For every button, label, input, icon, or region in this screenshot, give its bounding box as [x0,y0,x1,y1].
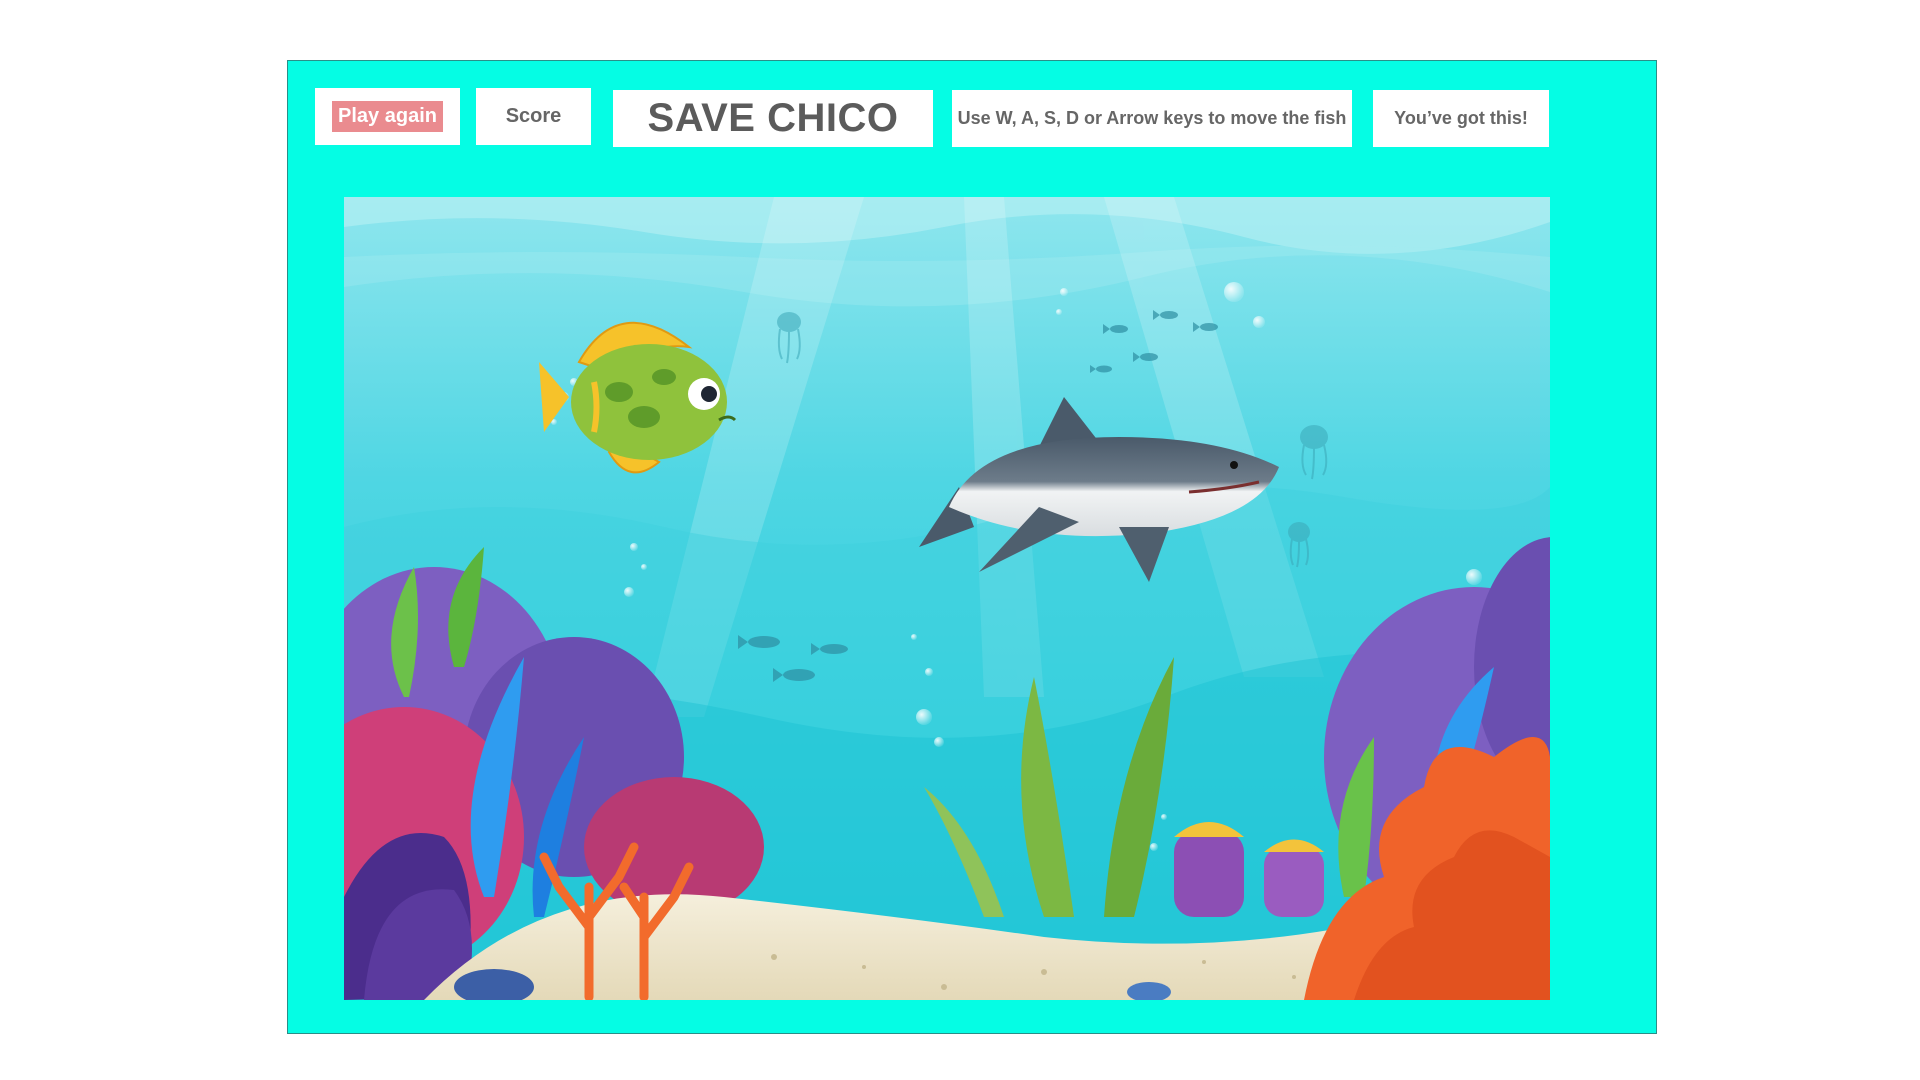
game-frame: Play again Score SAVE CHICO Use W, A, S,… [287,60,1657,1034]
game-title: SAVE CHICO [613,90,933,147]
play-again-button[interactable]: Play again [332,101,443,132]
score-label: Score [476,88,591,145]
encouragement-text: You’ve got this! [1373,90,1549,147]
play-again-container: Play again [315,88,460,145]
shark-eye [1230,461,1238,469]
ocean-scene [344,197,1550,1000]
game-canvas[interactable] [344,197,1550,1000]
instructions-text: Use W, A, S, D or Arrow keys to move the… [952,90,1352,147]
